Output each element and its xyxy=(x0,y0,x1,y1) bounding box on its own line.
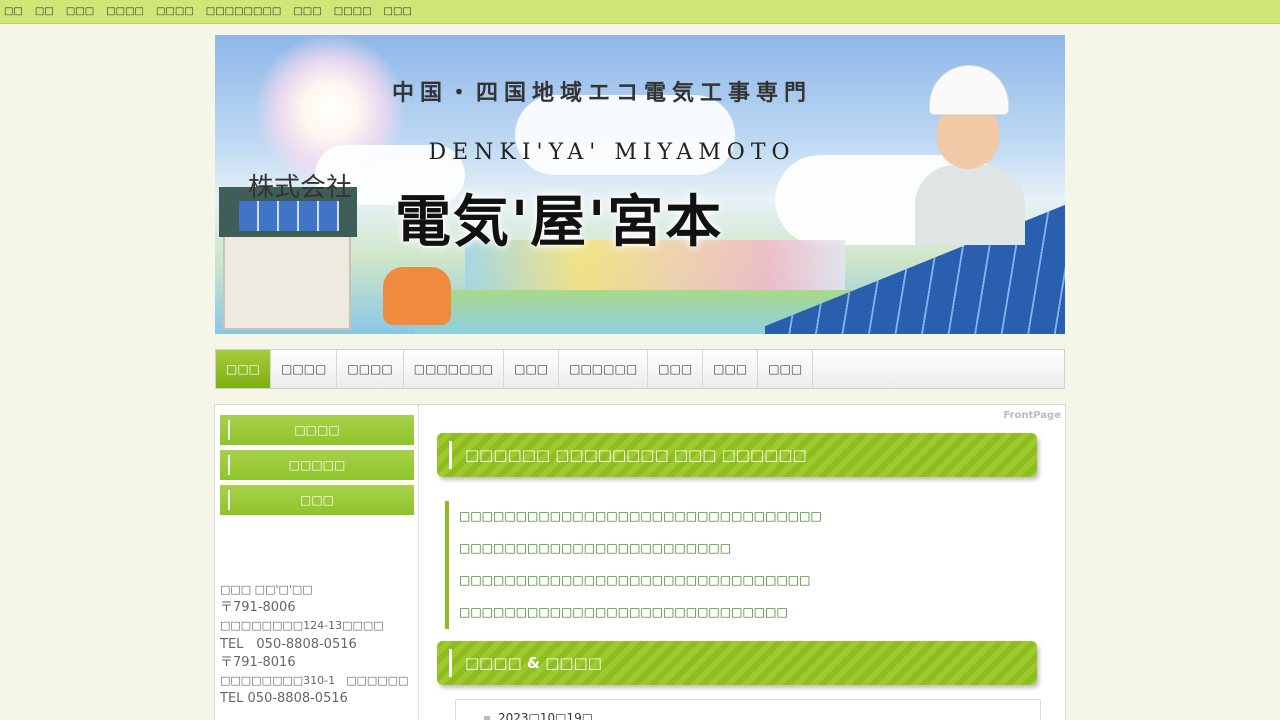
worker-graphic xyxy=(915,65,1025,245)
link-list: □□□□□□□□□□□□□□□□□□□□□□□□□□□□□□□□ □□□□□□□… xyxy=(445,501,1035,629)
top-link-5[interactable]: □□□□ xyxy=(156,0,194,24)
nav-item-6[interactable]: □□□□□□ xyxy=(559,350,649,388)
list-item-link-4[interactable]: □□□□□□□□□□□□□□□□□□□□□□□□□□□□□ xyxy=(459,605,788,619)
address-zip-1: 〒791-8006 xyxy=(220,600,296,616)
news-box: 2023□10□19□ xyxy=(455,699,1041,720)
banner-company-name: 電気'屋'宮本 xyxy=(395,189,724,255)
address-company: □□□ □□'□'□□ xyxy=(220,583,313,596)
nav-item-9[interactable]: □□□ xyxy=(758,350,814,388)
address-zip-2: 〒791-8016 xyxy=(220,654,296,670)
banner-company-type: 株式会社 xyxy=(248,173,353,203)
top-link-bar: □□ □□ □□□ □□□□ □□□□ □□□□□□□□ □□□ □□□□ □□… xyxy=(0,0,1280,24)
nav-item-8[interactable]: □□□ xyxy=(703,350,759,388)
sidebar: □□□□ □□□□□ □□□ □□□ □□'□'□□ 〒791-8006 □□□… xyxy=(215,405,419,720)
sidebar-button-3[interactable]: □□□ xyxy=(220,485,414,515)
address-line-2: □□□□□□□□310-1 □□□□□□ xyxy=(220,674,409,688)
nav-item-2[interactable]: □□□□ xyxy=(271,350,338,388)
address-tel-2: TEL 050-8808-0516 xyxy=(220,691,348,707)
top-link-3[interactable]: □□□ xyxy=(66,0,94,24)
top-link-9[interactable]: □□□ xyxy=(384,0,412,24)
top-link-4[interactable]: □□□□ xyxy=(106,0,144,24)
section-heading-2: □□□□ & □□□□ xyxy=(437,641,1037,685)
news-date: 2023□10□19□ xyxy=(498,711,594,720)
list-item-link-2[interactable]: □□□□□□□□□□□□□□□□□□□□□□□□ xyxy=(459,541,731,555)
content-frame: □□□□ □□□□□ □□□ □□□ □□'□'□□ 〒791-8006 □□□… xyxy=(214,404,1066,720)
house-graphic xyxy=(219,187,357,330)
electric-car-graphic xyxy=(383,267,451,325)
list-item-link-3[interactable]: □□□□□□□□□□□□□□□□□□□□□□□□□□□□□□□ xyxy=(459,573,810,587)
sidebar-button-1[interactable]: □□□□ xyxy=(220,415,414,445)
nav-item-3[interactable]: □□□□ xyxy=(337,350,404,388)
worker-body xyxy=(915,165,1025,245)
top-link-2[interactable]: □□ xyxy=(35,0,54,24)
nav-item-5[interactable]: □□□ xyxy=(504,350,560,388)
page-name[interactable]: FrontPage xyxy=(1003,410,1061,421)
bullet-icon xyxy=(484,716,490,720)
main-nav: □□□ □□□□ □□□□ □□□□□□□ □□□ □□□□□□ □□□ □□□… xyxy=(215,349,1065,389)
section-heading-1: □□□□□□ □□□□□□□□ □□□ □□□□□□ xyxy=(437,433,1037,477)
top-link-1[interactable]: □□ xyxy=(4,0,23,24)
top-link-8[interactable]: □□□□ xyxy=(334,0,372,24)
company-address: □□□ □□'□'□□ 〒791-8006 □□□□□□□□124-13□□□□… xyxy=(220,581,408,708)
address-line-1: □□□□□□□□124-13□□□□ xyxy=(220,619,384,633)
helmet-icon xyxy=(929,65,1009,115)
nav-item-4[interactable]: □□□□□□□ xyxy=(404,350,505,388)
header-banner: 中国・四国地域エコ電気工事専門 DENKI'YA' MIYAMOTO 株式会社 … xyxy=(215,35,1065,334)
address-tel-1: TEL 050-8808-0516 xyxy=(220,636,357,652)
top-link-6[interactable]: □□□□□□□□ xyxy=(206,0,282,24)
banner-tagline: 中国・四国地域エコ電気工事専門 xyxy=(391,80,812,106)
top-link-7[interactable]: □□□ xyxy=(293,0,321,24)
roof-solar-graphic xyxy=(239,201,339,231)
sidebar-button-2[interactable]: □□□□□ xyxy=(220,450,414,480)
banner-roman-name: DENKI'YA' MIYAMOTO xyxy=(428,140,796,165)
list-item-link-1[interactable]: □□□□□□□□□□□□□□□□□□□□□□□□□□□□□□□□ xyxy=(459,509,822,523)
nav-item-1[interactable]: □□□ xyxy=(216,350,272,388)
nav-item-7[interactable]: □□□ xyxy=(648,350,704,388)
main-content: FrontPage □□□□□□ □□□□□□□□ □□□ □□□□□□ □□□… xyxy=(420,405,1066,720)
